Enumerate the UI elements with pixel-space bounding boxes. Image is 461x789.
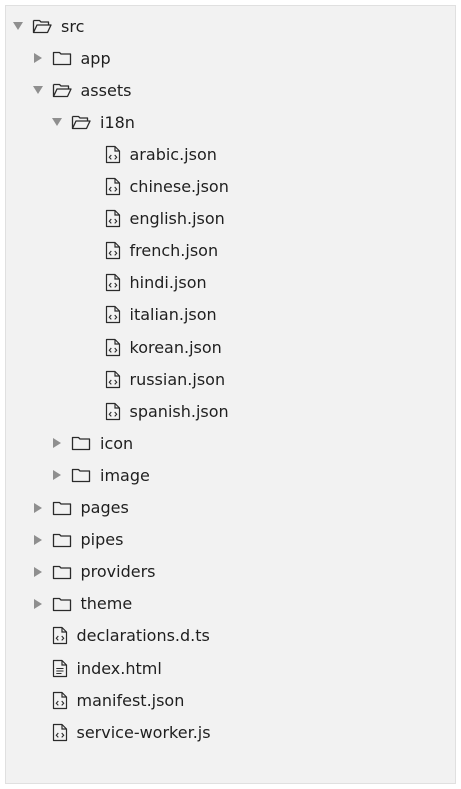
folder-row[interactable]: src [6, 11, 455, 41]
file-row[interactable]: chinese.json [6, 172, 455, 202]
file-row[interactable]: declarations.d.ts [6, 621, 455, 651]
folder-label: icon [100, 433, 134, 453]
folder-row[interactable]: pipes [6, 525, 455, 555]
caret-right-icon[interactable] [32, 565, 44, 579]
file-row[interactable]: manifest.json [6, 685, 455, 715]
file-label: manifest.json [76, 690, 185, 710]
file-label: italian.json [129, 305, 217, 325]
folder-icon [52, 563, 72, 581]
file-label: index.html [76, 658, 162, 678]
code-file-icon [52, 723, 68, 742]
file-label: korean.json [129, 337, 222, 357]
file-label: chinese.json [129, 177, 229, 196]
folder-label: app [80, 48, 111, 68]
folder-row[interactable]: assets [6, 75, 455, 105]
file-row[interactable]: index.html [6, 653, 455, 683]
caret-down-icon[interactable] [32, 83, 44, 97]
caret-right-icon[interactable] [51, 468, 63, 482]
file-row[interactable]: hindi.json [6, 268, 455, 298]
code-file-icon [105, 273, 121, 292]
code-file-icon [105, 241, 121, 260]
caret-right-icon[interactable] [32, 501, 44, 515]
file-label: spanish.json [129, 401, 229, 421]
code-file-icon [52, 626, 68, 645]
folder-row[interactable]: i18n [6, 107, 455, 137]
code-file-icon [105, 177, 121, 196]
folder-row[interactable]: providers [6, 557, 455, 587]
folder-label: image [100, 465, 150, 485]
code-file-icon [105, 370, 121, 389]
folder-label: assets [80, 80, 132, 100]
file-label: french.json [129, 241, 219, 261]
folder-open-icon [71, 113, 91, 131]
file-label: russian.json [129, 369, 226, 389]
file-row[interactable]: arabic.json [6, 139, 455, 169]
caret-right-icon[interactable] [51, 436, 63, 450]
file-row[interactable]: russian.json [6, 364, 455, 394]
folder-row[interactable]: theme [6, 589, 455, 619]
folder-row[interactable]: pages [6, 493, 455, 523]
file-row[interactable]: korean.json [6, 332, 455, 362]
folder-open-icon [32, 17, 52, 35]
caret-right-icon[interactable] [32, 51, 44, 65]
file-row[interactable]: french.json [6, 236, 455, 266]
file-label: english.json [129, 209, 225, 229]
folder-label: src [61, 16, 85, 36]
file-label: arabic.json [129, 144, 217, 164]
file-label: declarations.d.ts [76, 626, 210, 646]
folder-row[interactable]: icon [6, 428, 455, 458]
folder-icon [52, 595, 72, 613]
folder-label: pipes [80, 530, 124, 550]
code-file-icon [105, 338, 121, 357]
file-label: hindi.json [129, 273, 207, 293]
code-file-icon [52, 691, 68, 710]
code-file-icon [105, 209, 121, 228]
file-row[interactable]: english.json [6, 204, 455, 234]
folder-label: theme [80, 594, 133, 614]
folder-icon [52, 531, 72, 549]
folder-row[interactable]: image [6, 460, 455, 490]
folder-icon [71, 434, 91, 452]
code-file-icon [105, 305, 121, 324]
caret-down-icon[interactable] [51, 115, 63, 129]
code-file-icon [105, 402, 121, 421]
folder-label: pages [80, 498, 129, 517]
file-row[interactable]: italian.json [6, 300, 455, 330]
folder-row[interactable]: app [6, 43, 455, 73]
folder-icon [71, 466, 91, 484]
code-file-icon [105, 145, 121, 164]
file-label: service-worker.js [76, 722, 211, 742]
caret-right-icon[interactable] [32, 597, 44, 611]
folder-icon [52, 499, 72, 517]
file-explorer-panel: src app assets i18n arabic.json chinese.json e… [5, 5, 456, 784]
file-row[interactable]: service-worker.js [6, 717, 455, 747]
folder-open-icon [52, 81, 72, 99]
caret-right-icon[interactable] [32, 533, 44, 547]
folder-label: i18n [100, 112, 135, 132]
caret-down-icon[interactable] [12, 19, 24, 33]
folder-icon [52, 49, 72, 67]
file-row[interactable]: spanish.json [6, 396, 455, 426]
folder-label: providers [80, 562, 156, 582]
document-file-icon [52, 659, 68, 678]
